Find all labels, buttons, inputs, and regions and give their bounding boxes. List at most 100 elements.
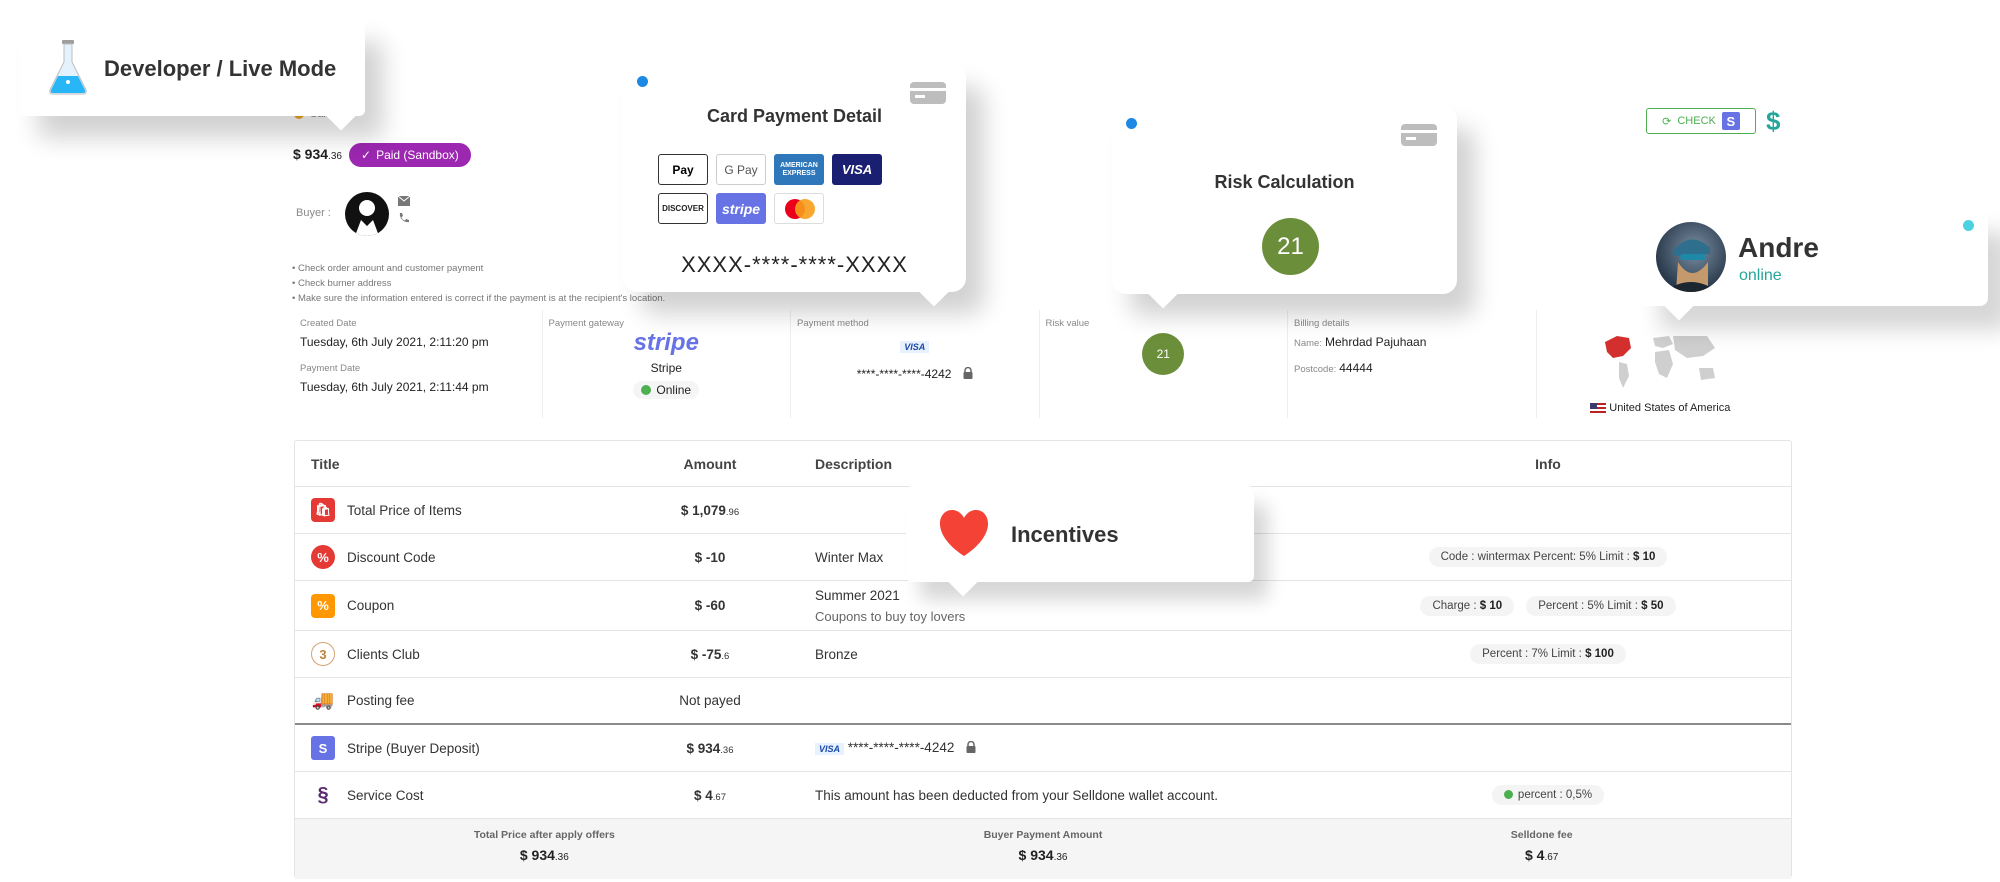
footer-fee: Selldone fee $ 4.67 xyxy=(1292,819,1791,879)
lock-icon xyxy=(966,740,976,756)
stripe-label: stripe xyxy=(721,200,761,217)
discover-label: DISCOVER xyxy=(662,204,704,213)
card-number: ****-****-****-4242 xyxy=(797,367,1033,382)
apple-pay-icon: Pay xyxy=(658,154,708,185)
buyer-contact-icons xyxy=(398,196,410,224)
google-pay-icon: G Pay xyxy=(716,154,766,185)
shopping-bag-icon: 🛍 xyxy=(311,498,335,522)
footer-value: $ 934 xyxy=(519,847,555,863)
col-info-header: Info xyxy=(1535,455,1561,472)
info-pill-key: percent : 0,5% xyxy=(1517,789,1593,801)
discount-icon: % xyxy=(311,545,335,569)
refresh-icon: ⟳ xyxy=(1662,115,1672,128)
selldone-icon: § xyxy=(317,783,329,806)
row-title: Coupon xyxy=(347,598,395,613)
row-amount: $ 1,079 xyxy=(680,502,726,518)
row-title: Total Price of Items xyxy=(347,502,462,518)
row-amount: $ 934 xyxy=(686,740,721,756)
row-amount: $ -60 xyxy=(694,598,726,613)
credit-card-icon xyxy=(1401,124,1437,146)
table-header: Title Amount Description Info xyxy=(295,441,1791,487)
method-label: Payment method xyxy=(797,318,869,329)
info-pill-key: Percent : 5% Limit : xyxy=(1538,599,1638,612)
footer-value: $ 934 xyxy=(1018,847,1054,863)
footer-total: Total Price after apply offers $ 934.36 xyxy=(295,819,794,879)
coupon-icon: % xyxy=(311,593,335,618)
heart-icon xyxy=(939,510,989,556)
info-pill: Charge : $ 10 xyxy=(1420,595,1515,616)
dates-column: Created Date Tuesday, 6th July 2021, 2:1… xyxy=(294,310,543,418)
stripe-icon: stripe xyxy=(716,193,766,224)
developer-mode-title: Developer / Live Mode xyxy=(104,56,337,81)
order-price: $ 934.36 xyxy=(293,146,342,162)
table-row: 🚚 Posting fee Not payed xyxy=(295,678,1791,725)
row-info: Code : wintermax Percent: 5% Limit : $ 1… xyxy=(1305,547,1791,567)
row-info: percent : 0,5% xyxy=(1305,785,1791,805)
online-dot-icon xyxy=(1963,220,1974,231)
amex-label: AMERICAN EXPRESS xyxy=(780,161,818,177)
col-description-header: Description xyxy=(815,455,893,472)
table-footer: Total Price after apply offers $ 934.36 … xyxy=(295,819,1791,879)
row-title: Posting fee xyxy=(347,693,415,708)
phone-icon[interactable] xyxy=(398,212,410,224)
footer-cents: .67 xyxy=(1544,852,1559,863)
dollar-icon[interactable]: $ xyxy=(1766,106,1780,137)
row-amount-cents: .6 xyxy=(721,650,730,662)
country: United States of America xyxy=(1543,402,1779,414)
row-amount: $ -10 xyxy=(694,549,726,565)
billing-postcode: Postcode: 44444 xyxy=(1294,361,1530,375)
gateway-column: Payment gateway stripe Stripe Online xyxy=(543,310,791,418)
info-pill-value: $ 100 xyxy=(1585,648,1614,660)
check-label: CHECK xyxy=(1677,115,1716,127)
billing-name-value: Mehrdad Pajuhaan xyxy=(1324,335,1427,349)
risk-label: Risk value xyxy=(1045,318,1090,329)
order-price-cents: .36 xyxy=(328,151,342,162)
payment-date-value: Tuesday, 6th July 2021, 2:11:44 pm xyxy=(300,380,489,394)
table-row: % Coupon $ -60 Summer 2021 Coupons to buy… xyxy=(295,581,1791,631)
visa-label: VISA xyxy=(841,162,873,177)
row-amount: $ 4 xyxy=(694,787,713,803)
user-status-callout: Andre online xyxy=(1638,208,1988,321)
card-number-text: ****-****-****-4242 xyxy=(847,740,955,756)
order-info-row: Created Date Tuesday, 6th July 2021, 2:1… xyxy=(294,310,1784,418)
country-name: United States of America xyxy=(1609,402,1731,414)
risk-calculation-callout: Risk Calculation 21 xyxy=(1112,106,1457,309)
order-price-whole: $ 934 xyxy=(293,146,329,162)
billing-name-label: Name: xyxy=(1294,338,1322,349)
row-info: Charge : $ 10 Percent : 5% Limit : $ 50 xyxy=(1305,595,1791,616)
row-amount: $ -75 xyxy=(690,646,722,662)
user-avatar[interactable] xyxy=(1656,222,1726,292)
blue-dot-icon xyxy=(1126,118,1137,129)
lock-icon xyxy=(963,367,973,382)
user-name: Andre xyxy=(1738,232,1819,263)
visa-icon: VISA xyxy=(900,341,930,353)
billing-name: Name: Mehrdad Pajuhaan xyxy=(1294,335,1530,349)
info-pill: Code : wintermax Percent: 5% Limit : $ 1… xyxy=(1428,547,1668,567)
amex-icon: AMERICAN EXPRESS xyxy=(774,154,824,185)
stripe-icon: S xyxy=(311,736,335,760)
risk-column: Risk value 21 xyxy=(1040,310,1288,418)
row-amount-cents: .36 xyxy=(720,744,734,756)
footer-label: Total Price after apply offers xyxy=(473,829,615,841)
checklist-item: Check burner address xyxy=(292,276,665,291)
billing-post-value: 44444 xyxy=(1339,361,1373,375)
club-badge-icon: 3 xyxy=(311,642,335,666)
row-title: Stripe (Buyer Deposit) xyxy=(347,740,480,756)
apple-pay-label: Pay xyxy=(672,162,694,177)
email-icon[interactable] xyxy=(398,196,410,206)
buyer-avatar[interactable] xyxy=(345,192,389,236)
callout-tail xyxy=(325,99,357,131)
online-dot-icon xyxy=(641,385,652,395)
billing-post-label: Postcode: xyxy=(1294,364,1337,375)
flask-icon xyxy=(49,40,87,95)
created-date-label: Created Date xyxy=(300,318,357,329)
incentives-callout: Incentives xyxy=(906,486,1254,597)
paid-status-badge: ✓ Paid (Sandbox) xyxy=(349,143,471,167)
risk-value-badge: 21 xyxy=(1142,333,1185,375)
row-amount-cents: .67 xyxy=(712,791,726,803)
gateway-label: Payment gateway xyxy=(548,318,625,329)
gateway-status: Online xyxy=(633,381,700,399)
card-payment-callout: Card Payment Detail Pay G Pay AMERICAN E… xyxy=(623,64,966,307)
method-column: Payment method VISA ****-****-****-4242 xyxy=(791,310,1040,418)
check-button[interactable]: ⟳ CHECK S xyxy=(1646,108,1756,134)
